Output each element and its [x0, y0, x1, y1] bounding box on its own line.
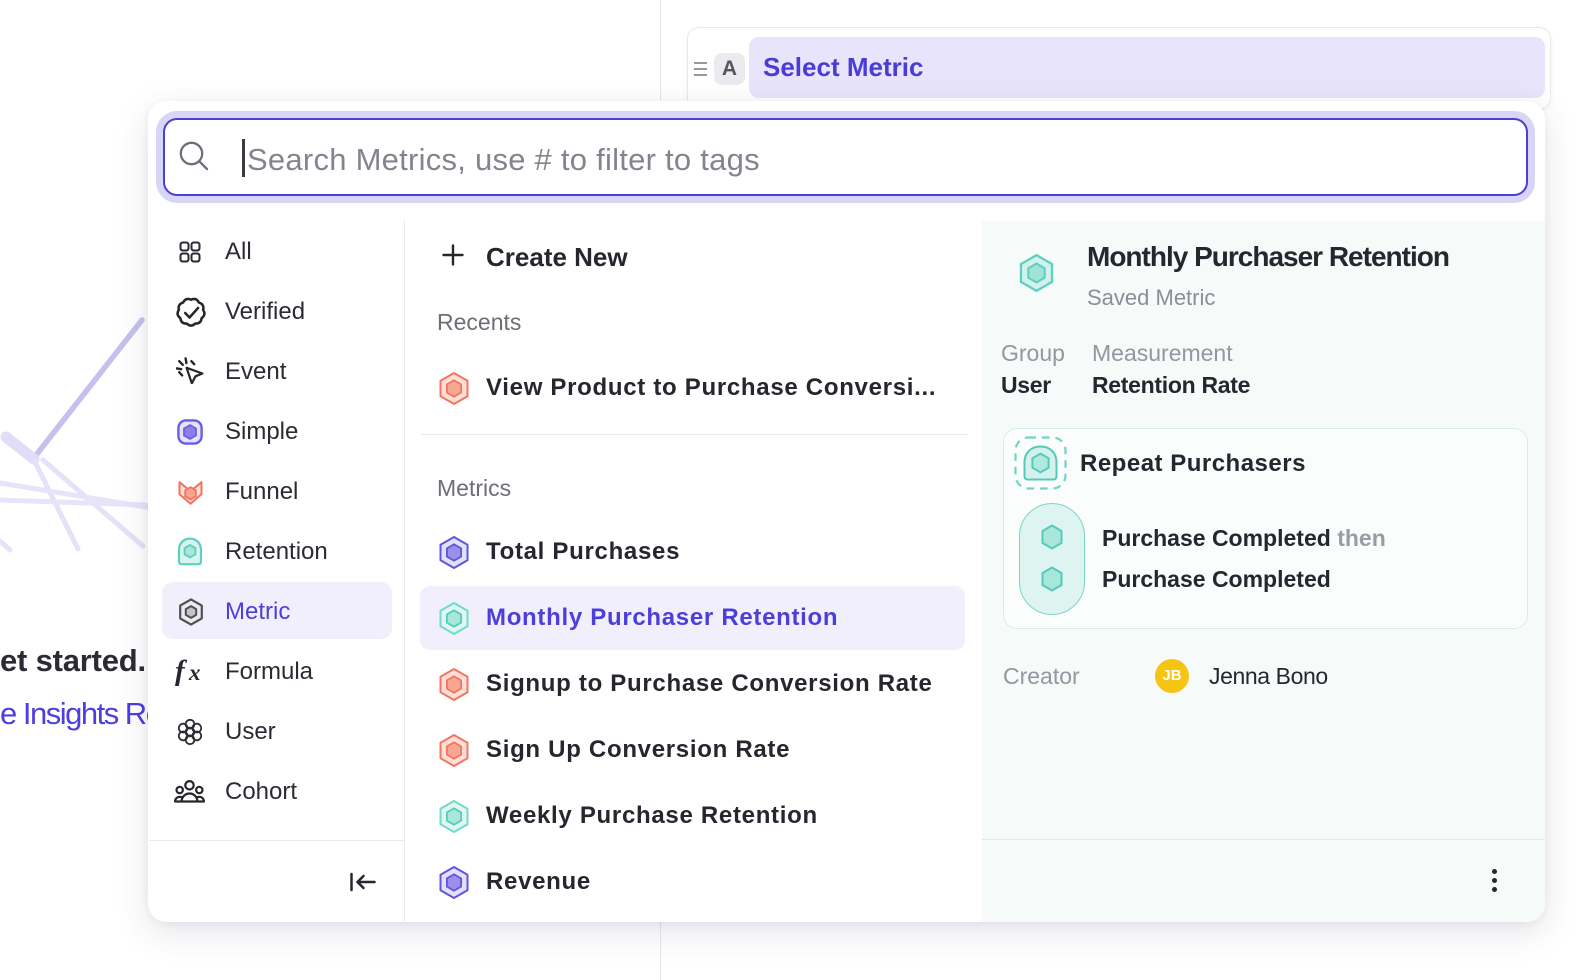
svg-text:f: f [175, 655, 188, 687]
svg-text:x: x [188, 660, 201, 685]
